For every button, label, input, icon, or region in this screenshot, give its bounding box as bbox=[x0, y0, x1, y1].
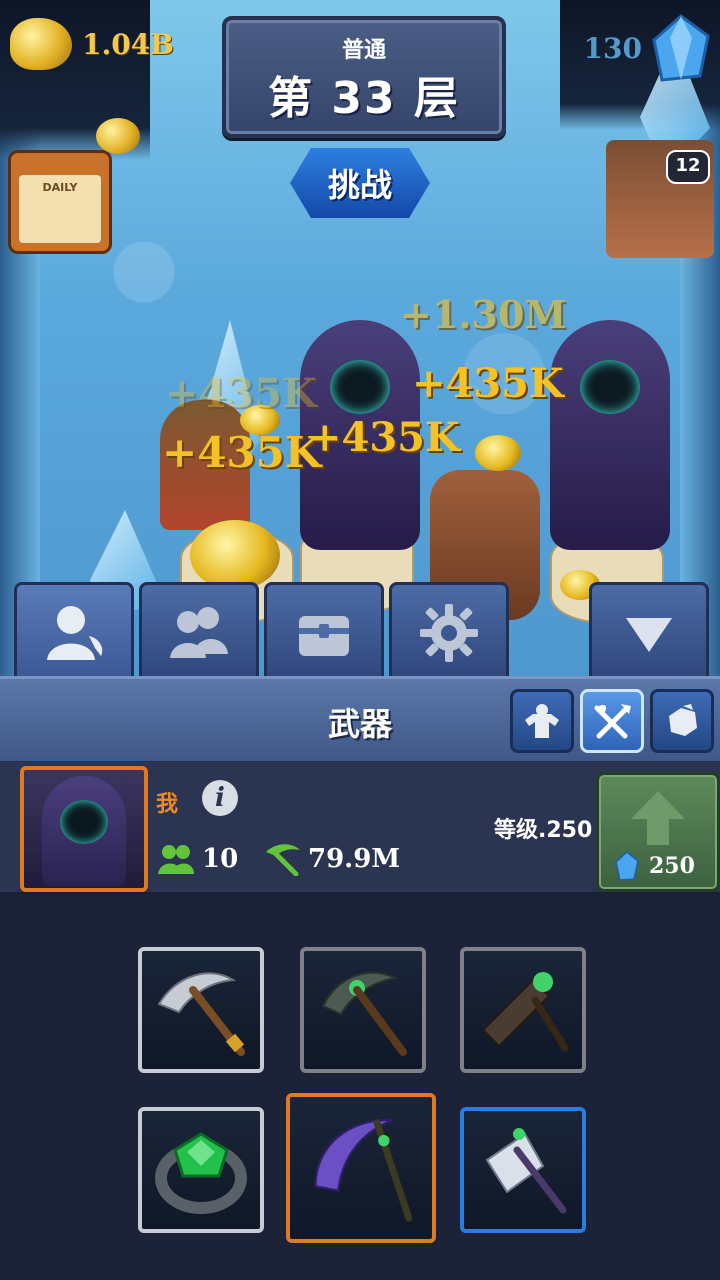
reaper-face bbox=[580, 360, 640, 414]
blue-gem-icon bbox=[615, 851, 639, 881]
crossed-tools-icon bbox=[594, 704, 631, 739]
pickaxe-icon bbox=[266, 844, 300, 876]
weapon-slot-emerald-ring[interactable] bbox=[138, 1107, 264, 1233]
gold-nugget[interactable] bbox=[475, 435, 521, 471]
category-strength-button[interactable] bbox=[510, 689, 574, 753]
weapon-slot-void-scythe[interactable] bbox=[286, 1093, 436, 1243]
weapon-slot-iron-pickaxe[interactable] bbox=[138, 947, 264, 1073]
floor-level-plate: 普通 第 33 层 bbox=[222, 16, 506, 138]
damage-number: +1.30M bbox=[400, 292, 567, 337]
reaper-face bbox=[60, 800, 108, 844]
gold-nugget-icon bbox=[10, 18, 72, 70]
weapon-slot-crystal-axe[interactable] bbox=[460, 1107, 586, 1233]
main-tab-bar bbox=[14, 582, 709, 684]
damage-number: +435K bbox=[412, 360, 564, 407]
weapon-grid bbox=[0, 895, 720, 1280]
team-count-stat: 10 bbox=[156, 842, 238, 876]
reaper-miner[interactable] bbox=[550, 320, 670, 550]
upgrade-cost: 250 bbox=[649, 853, 695, 879]
damage-number: +435K bbox=[308, 414, 460, 461]
info-icon[interactable]: i bbox=[202, 780, 238, 816]
scythe-icon bbox=[314, 1118, 413, 1222]
character-name: 我 bbox=[156, 792, 179, 817]
tab-character[interactable] bbox=[14, 582, 134, 684]
gold-nugget-icon bbox=[96, 118, 140, 154]
damage-number: +435K bbox=[165, 370, 317, 417]
ring-icon bbox=[155, 1132, 247, 1214]
floor-number: 第 33 层 bbox=[268, 73, 460, 124]
gem-amount: 130 bbox=[583, 31, 642, 65]
weapon-section-header: 武器 bbox=[0, 676, 720, 765]
robot-level-badge: 12 bbox=[666, 150, 710, 184]
difficulty-label: 普通 bbox=[341, 38, 386, 63]
chest-icon bbox=[299, 616, 349, 656]
category-weapons-button[interactable] bbox=[580, 689, 644, 753]
character-level: 等级.250 bbox=[494, 818, 593, 843]
weapon-slot-jade-pickaxe[interactable] bbox=[300, 947, 426, 1073]
daily-reward-button[interactable]: DAILY bbox=[8, 150, 112, 254]
tab-settings[interactable] bbox=[389, 582, 509, 684]
game-scene[interactable]: +1.30M +435K +435K +435K +435K 1.04B 130… bbox=[0, 0, 720, 680]
gear-icon bbox=[420, 604, 478, 662]
person-icon bbox=[47, 606, 103, 660]
pickaxe-icon bbox=[157, 972, 245, 1056]
calendar-icon: DAILY bbox=[19, 175, 101, 243]
triangle-down-icon bbox=[626, 618, 672, 652]
daily-label: DAILY bbox=[42, 181, 78, 194]
damage-number: +435K bbox=[162, 428, 322, 477]
pickaxe-icon bbox=[321, 971, 407, 1056]
challenge-button[interactable]: 挑战 bbox=[290, 148, 430, 218]
section-title: 武器 bbox=[327, 705, 392, 743]
gold-amount: 1.04B bbox=[82, 27, 174, 61]
gold-counter: 1.04B bbox=[10, 18, 174, 70]
group-icon bbox=[170, 607, 228, 658]
character-portrait[interactable] bbox=[20, 766, 148, 892]
reaper-face bbox=[330, 360, 390, 414]
blue-gem-icon bbox=[652, 14, 710, 82]
mining-power-stat: 79.9M bbox=[262, 842, 400, 876]
rock-icon bbox=[669, 704, 697, 736]
team-count: 10 bbox=[202, 844, 239, 874]
arrow-up-icon bbox=[631, 791, 685, 845]
group-icon bbox=[158, 845, 194, 874]
upgrade-button[interactable]: 250 bbox=[596, 772, 720, 892]
mining-power: 79.9M bbox=[308, 844, 401, 874]
hammer-icon bbox=[481, 972, 569, 1052]
tab-team[interactable] bbox=[139, 582, 259, 684]
character-info-panel: 我 i 10 79.9M 等级.250 250 bbox=[0, 762, 720, 895]
weapon-slot-emerald-hammer[interactable] bbox=[460, 947, 586, 1073]
muscle-icon bbox=[525, 704, 559, 738]
axe-icon bbox=[485, 1128, 567, 1214]
gem-counter: 130 bbox=[584, 14, 710, 82]
gold-pile[interactable] bbox=[190, 520, 280, 590]
tab-chest[interactable] bbox=[264, 582, 384, 684]
category-ore-button[interactable] bbox=[650, 689, 714, 753]
collapse-panel-button[interactable] bbox=[589, 582, 709, 684]
